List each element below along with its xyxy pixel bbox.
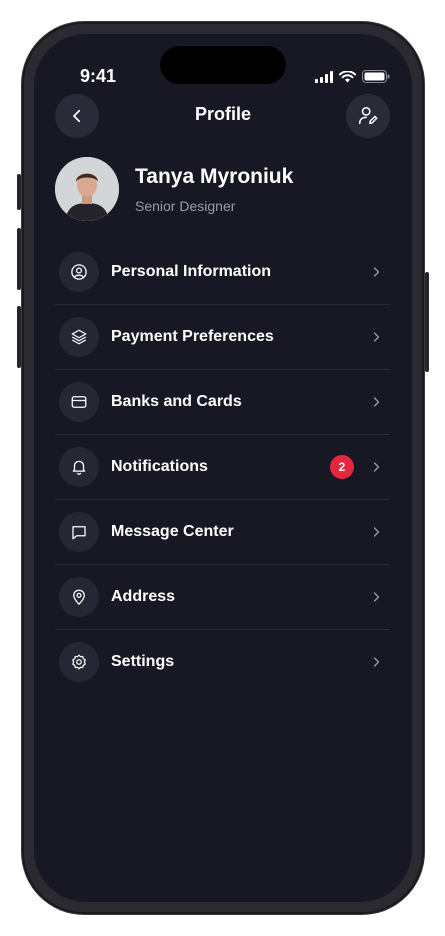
menu-item-message-center[interactable]: Message Center xyxy=(55,500,390,565)
notification-badge: 2 xyxy=(330,455,354,479)
user-edit-icon xyxy=(358,106,378,125)
credit-card-icon xyxy=(59,382,99,422)
phone-action-button xyxy=(17,174,21,210)
menu-item-banks-and-cards[interactable]: Banks and Cards xyxy=(55,370,390,435)
menu-item-label: Settings xyxy=(111,653,175,670)
bell-icon xyxy=(59,447,99,487)
menu-item-label: Personal Information xyxy=(111,263,272,280)
phone-power-button xyxy=(425,272,429,372)
menu-item-notifications[interactable]: Notifications 2 xyxy=(55,435,390,500)
menu-item-label: Notifications xyxy=(111,458,208,475)
profile-role: Senior Designer xyxy=(135,198,236,214)
menu-item-label: Message Center xyxy=(111,523,234,540)
profile-menu: Personal Information Payment Preferences xyxy=(55,240,390,694)
chevron-right-icon xyxy=(368,394,384,410)
chevron-right-icon xyxy=(368,524,384,540)
battery-icon xyxy=(362,70,390,83)
chevron-right-icon xyxy=(368,654,384,670)
chevron-right-icon xyxy=(368,329,384,345)
status-time: 9:41 xyxy=(80,66,117,86)
signal-icon xyxy=(315,70,333,83)
menu-item-address[interactable]: Address xyxy=(55,565,390,630)
menu-item-label: Address xyxy=(111,588,176,605)
chevron-right-icon xyxy=(368,264,384,280)
profile-name: Tanya Myroniuk xyxy=(135,165,294,188)
layers-icon xyxy=(59,317,99,357)
user-circle-icon xyxy=(59,252,99,292)
status-icons xyxy=(315,70,390,83)
phone-volume-down-button xyxy=(17,306,21,368)
menu-item-settings[interactable]: Settings xyxy=(55,630,390,694)
phone-frame: 9:41 Profile Tanya Myroniuk Senior Desig… xyxy=(17,22,429,914)
location-pin-icon xyxy=(59,577,99,617)
menu-item-personal-information[interactable]: Personal Information xyxy=(55,240,390,305)
wifi-icon xyxy=(339,70,356,82)
chevron-right-icon xyxy=(368,589,384,605)
menu-item-label: Banks and Cards xyxy=(111,393,242,410)
avatar-image xyxy=(55,157,119,221)
menu-item-label: Payment Preferences xyxy=(111,328,274,345)
edit-profile-button[interactable] xyxy=(346,94,390,138)
screen: 9:41 Profile Tanya Myroniuk Senior Desig… xyxy=(34,34,412,902)
gear-icon xyxy=(59,642,99,682)
dynamic-island xyxy=(160,46,286,84)
phone-volume-up-button xyxy=(17,228,21,290)
avatar xyxy=(55,157,119,221)
chevron-right-icon xyxy=(368,459,384,475)
message-icon xyxy=(59,512,99,552)
menu-item-payment-preferences[interactable]: Payment Preferences xyxy=(55,305,390,370)
